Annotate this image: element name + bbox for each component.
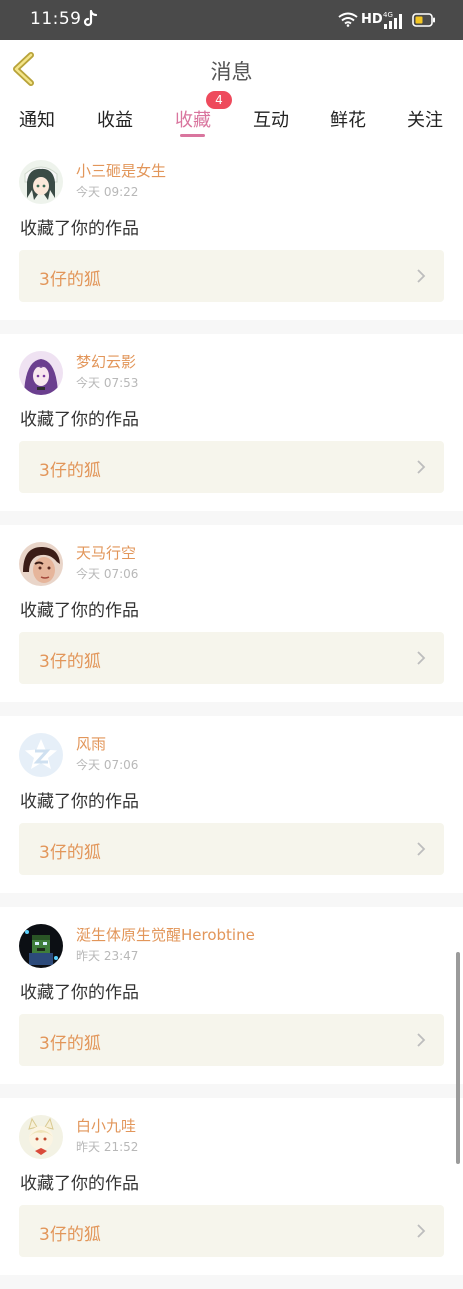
avatar[interactable] [19,542,63,586]
signal-icon: 4G [383,10,407,34]
tab-following[interactable]: 关注 [407,106,443,132]
chevron-right-icon [417,842,426,856]
work-link[interactable]: 3仔的狐 [19,1014,444,1066]
divider [0,1084,463,1098]
chevron-right-icon [417,651,426,665]
work-title: 3仔的狐 [39,1225,101,1245]
work-title: 3仔的狐 [39,461,101,481]
work-link[interactable]: 3仔的狐 [19,1205,444,1257]
divider [0,893,463,907]
message-action-text: 收藏了你的作品 [20,601,139,621]
divider [0,320,463,334]
message-time: 今天 09:22 [76,185,139,199]
chevron-right-icon [417,460,426,474]
message-time: 今天 07:53 [76,376,139,390]
status-time: 11:59 [30,9,82,29]
tab-bar: 通知 收益 收藏 互动 鲜花 关注 [0,98,463,144]
work-title: 3仔的狐 [39,270,101,290]
divider [0,702,463,716]
battery-icon [412,12,436,31]
work-title: 3仔的狐 [39,1034,101,1054]
tab-favorites[interactable]: 收藏 [175,106,211,132]
username-link[interactable]: 涎生体原生觉醒Herobtine [76,924,255,945]
message-action-text: 收藏了你的作品 [20,219,139,239]
message-card: 风雨 今天 07:06 收藏了你的作品 3仔的狐 [0,723,463,900]
username-link[interactable]: 小三砸是女生 [76,160,166,181]
work-link[interactable]: 3仔的狐 [19,632,444,684]
page-title: 消息 [210,60,253,84]
app-header: 消息 [0,40,463,99]
work-link[interactable]: 3仔的狐 [19,250,444,302]
avatar[interactable] [19,160,63,204]
signal-label: 4G [383,11,393,19]
avatar[interactable] [19,351,63,395]
tab-notifications[interactable]: 通知 [19,106,55,132]
message-action-text: 收藏了你的作品 [20,792,139,812]
divider [0,1275,463,1289]
username-link[interactable]: 梦幻云影 [76,351,136,372]
divider [0,511,463,525]
avatar[interactable] [19,733,63,777]
message-time: 昨天 21:52 [76,1140,139,1154]
username-link[interactable]: 天马行空 [76,542,136,563]
work-title: 3仔的狐 [39,843,101,863]
username-link[interactable]: 白小九哇 [76,1115,136,1136]
message-card: 涎生体原生觉醒Herobtine 昨天 23:47 收藏了你的作品 3仔的狐 [0,914,463,1091]
message-action-text: 收藏了你的作品 [20,983,139,1003]
message-time: 今天 07:06 [76,758,139,772]
wifi-icon [338,12,358,31]
tiktok-icon [82,9,98,32]
work-title: 3仔的狐 [39,652,101,672]
message-card: 梦幻云影 今天 07:53 收藏了你的作品 3仔的狐 [0,341,463,518]
message-card: 天马行空 今天 07:06 收藏了你的作品 3仔的狐 [0,532,463,709]
tab-earnings[interactable]: 收益 [97,106,133,132]
username-link[interactable]: 风雨 [76,733,106,754]
chevron-right-icon [417,269,426,283]
chevron-right-icon [417,1033,426,1047]
message-action-text: 收藏了你的作品 [20,410,139,430]
network-label: HD [361,12,383,27]
active-tab-indicator [180,134,205,137]
status-bar: 11:59 HD 4G [0,0,463,40]
message-card: 白小九哇 昨天 21:52 收藏了你的作品 3仔的狐 [0,1105,463,1282]
favorites-count-badge: 4 [206,91,232,109]
work-link[interactable]: 3仔的狐 [19,823,444,875]
avatar[interactable] [19,1115,63,1159]
tab-flowers[interactable]: 鲜花 [330,106,366,132]
tab-interactions[interactable]: 互动 [253,106,289,132]
message-card: 小三砸是女生 今天 09:22 收藏了你的作品 3仔的狐 [0,150,463,327]
message-time: 今天 07:06 [76,567,139,581]
work-link[interactable]: 3仔的狐 [19,441,444,493]
avatar[interactable] [19,924,63,968]
message-time: 昨天 23:47 [76,949,139,963]
chevron-right-icon [417,1224,426,1238]
message-action-text: 收藏了你的作品 [20,1174,139,1194]
scrollbar[interactable] [456,952,460,1164]
